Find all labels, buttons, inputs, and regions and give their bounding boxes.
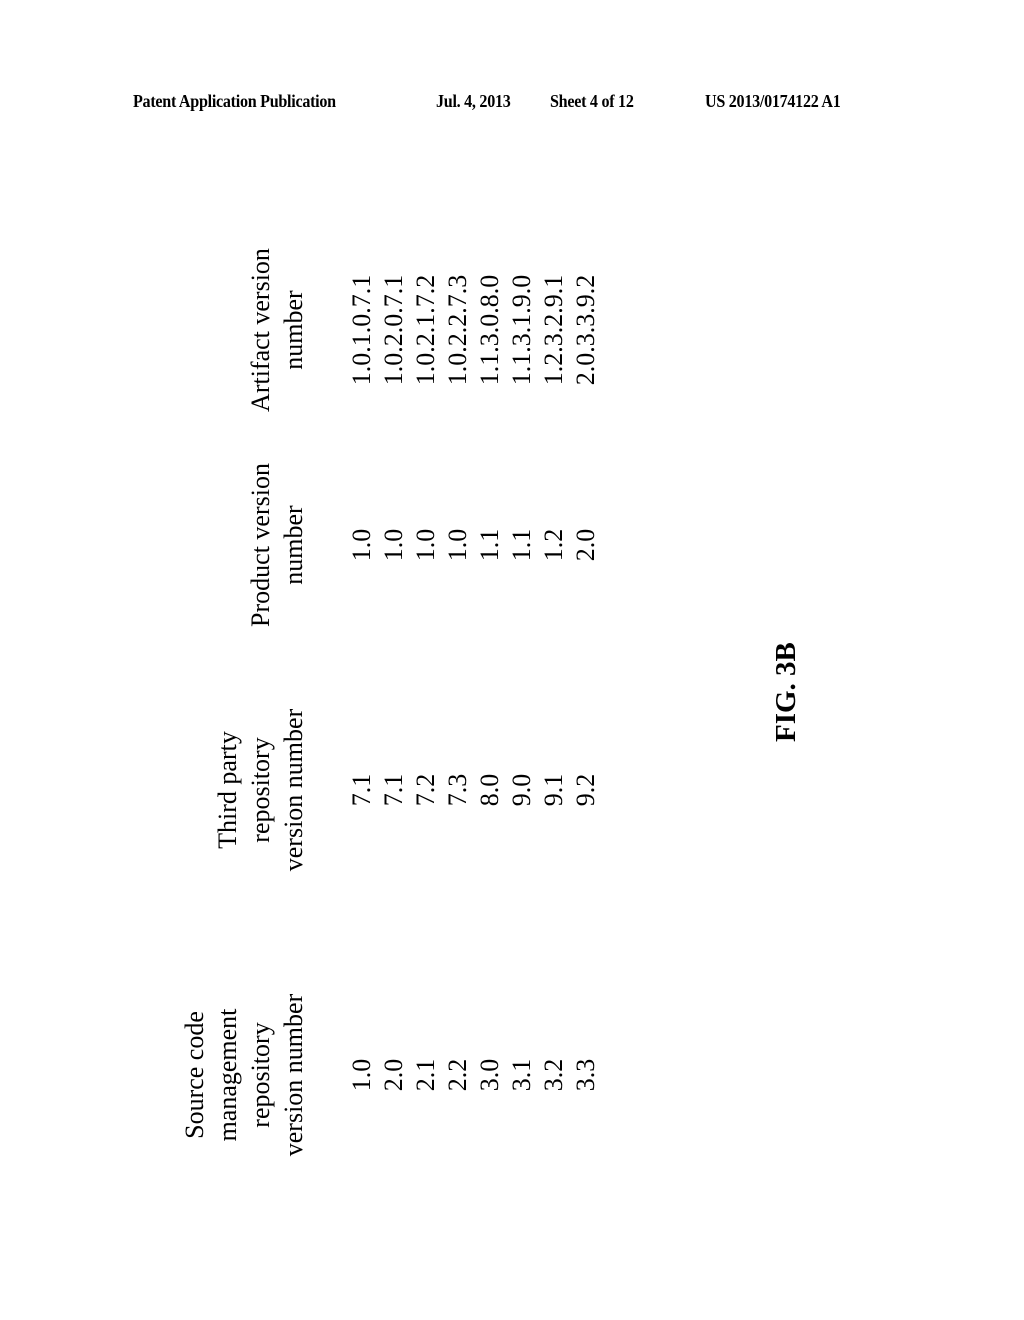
table-cell: 1.2 bbox=[539, 528, 568, 562]
column-product-version: Product version number 1.0 1.0 1.0 1.0 1.1 1.1… bbox=[210, 430, 602, 660]
column-header-line: Artifact version bbox=[246, 248, 275, 412]
table-cell: 1.1.3.1.9.0 bbox=[507, 274, 536, 386]
column-header-line: management repository bbox=[213, 1008, 275, 1142]
table-cell: 3.3 bbox=[571, 1058, 600, 1092]
column-header-line: number bbox=[279, 505, 308, 585]
table-cell: 1.0.1.0.7.1 bbox=[347, 274, 376, 386]
table-cell: 3.2 bbox=[539, 1058, 568, 1092]
table-cell: 7.1 bbox=[379, 773, 408, 807]
sheet-number: Sheet 4 of 12 bbox=[550, 91, 634, 111]
column-header-line: Third party bbox=[213, 731, 242, 849]
table-cell: 8.0 bbox=[475, 773, 504, 807]
table-cell: 1.1 bbox=[475, 528, 504, 562]
column-values: 7.1 7.1 7.2 7.3 8.0 9.0 9.1 9.2 bbox=[346, 690, 602, 890]
publication-number: US 2013/0174122 A1 bbox=[705, 91, 841, 111]
table-cell: 1.1 bbox=[507, 528, 536, 562]
column-header-line: Product version bbox=[246, 463, 275, 627]
table-cell: 1.0 bbox=[443, 528, 472, 562]
column-header-line: version number bbox=[279, 708, 308, 872]
table-cell: 9.0 bbox=[507, 773, 536, 807]
table-cell: 1.0.2.0.7.1 bbox=[379, 274, 408, 386]
column-source-code-version: Source code management repository version … bbox=[180, 960, 602, 1190]
table-cell: 1.0 bbox=[347, 1058, 376, 1092]
column-header: Product version number bbox=[210, 430, 310, 660]
column-header-line: Source code bbox=[180, 1011, 209, 1139]
table-cell: 7.3 bbox=[443, 773, 472, 807]
table-cell: 1.2.3.2.9.1 bbox=[539, 274, 568, 386]
table-cell: 1.0.2.1.7.2 bbox=[411, 274, 440, 386]
publication-type: Patent Application Publication bbox=[133, 91, 336, 111]
table-cell: 3.0 bbox=[475, 1058, 504, 1092]
table-cell: 1.1.3.0.8.0 bbox=[475, 274, 504, 386]
column-header-line: repository bbox=[246, 737, 275, 843]
table-cell: 2.2 bbox=[443, 1058, 472, 1092]
table-cell: 1.0 bbox=[347, 528, 376, 562]
figure-label: FIG. 3B bbox=[770, 642, 802, 742]
table-cell: 2.1 bbox=[411, 1058, 440, 1092]
column-artifact-version: Artifact version number 1.0.1.0.7.1 1.0.2.… bbox=[210, 230, 602, 430]
column-values: 1.0 2.0 2.1 2.2 3.0 3.1 3.2 3.3 bbox=[346, 960, 602, 1190]
publication-date: Jul. 4, 2013 bbox=[436, 91, 511, 111]
table-cell: 3.1 bbox=[507, 1058, 536, 1092]
column-header: Source code management repository version … bbox=[180, 960, 310, 1190]
version-table: Source code management repository version … bbox=[180, 230, 602, 1190]
table-cell: 2.0.3.3.9.2 bbox=[571, 274, 600, 386]
column-third-party-version: Third party repository version number 7.1 7… bbox=[210, 690, 602, 890]
table-cell: 9.1 bbox=[539, 773, 568, 807]
page-header: Patent Application Publication Jul. 4, 2… bbox=[0, 91, 1024, 115]
table-cell: 7.2 bbox=[411, 773, 440, 807]
column-header: Artifact version number bbox=[210, 230, 310, 430]
column-header-line: version number bbox=[279, 993, 308, 1157]
table-cell: 2.0 bbox=[379, 1058, 408, 1092]
table-cell: 1.0 bbox=[411, 528, 440, 562]
table-cell: 9.2 bbox=[571, 773, 600, 807]
table-cell: 7.1 bbox=[347, 773, 376, 807]
column-header-line: number bbox=[279, 290, 308, 370]
column-values: 1.0.1.0.7.1 1.0.2.0.7.1 1.0.2.1.7.2 1.0.2.2… bbox=[346, 230, 602, 430]
column-header: Third party repository version number bbox=[210, 690, 310, 890]
table-cell: 1.0 bbox=[379, 528, 408, 562]
table-cell: 2.0 bbox=[571, 528, 600, 562]
table-cell: 1.0.2.2.7.3 bbox=[443, 274, 472, 386]
column-values: 1.0 1.0 1.0 1.0 1.1 1.1 1.2 2.0 bbox=[346, 430, 602, 660]
